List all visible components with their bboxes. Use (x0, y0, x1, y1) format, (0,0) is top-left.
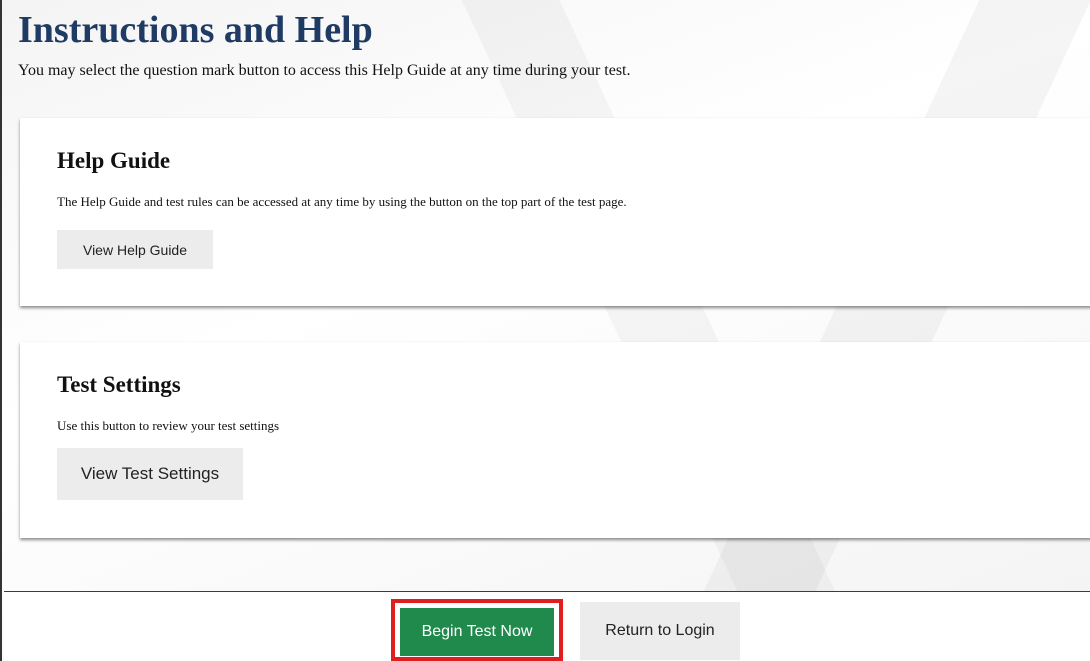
help-guide-card: Help Guide The Help Guide and test rules… (20, 118, 1090, 306)
test-settings-heading: Test Settings (57, 372, 181, 397)
page-background: Instructions and Help You may select the… (0, 0, 1090, 661)
begin-test-highlight: Begin Test Now (391, 599, 563, 661)
return-to-login-button[interactable]: Return to Login (580, 602, 740, 660)
test-settings-description: Use this button to review your test sett… (57, 418, 280, 433)
view-help-guide-button[interactable]: View Help Guide (57, 230, 213, 269)
intro-text: You may select the question mark button … (18, 62, 631, 79)
page-title: Instructions and Help (18, 9, 373, 51)
test-settings-card: Test Settings Use this button to review … (20, 342, 1090, 538)
begin-test-button[interactable]: Begin Test Now (400, 608, 554, 656)
view-test-settings-button[interactable]: View Test Settings (57, 448, 243, 500)
help-guide-description: The Help Guide and test rules can be acc… (57, 194, 627, 209)
help-guide-heading: Help Guide (57, 148, 171, 173)
